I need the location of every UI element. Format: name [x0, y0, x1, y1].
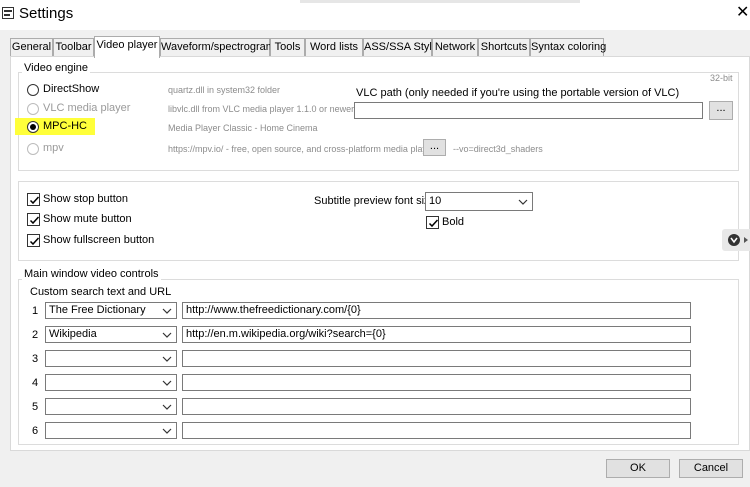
row-number: 2: [31, 329, 39, 341]
search-name-select[interactable]: [45, 398, 177, 415]
show-mute-button-label: Show mute button: [43, 213, 132, 225]
vlc-path-input[interactable]: [354, 102, 703, 119]
search-name-select[interactable]: The Free Dictionary: [45, 302, 177, 319]
video-engine-legend: Video engine: [22, 62, 91, 74]
chevron-down-icon: [161, 423, 173, 438]
search-url-input[interactable]: [182, 422, 691, 439]
show-fullscreen-button-checkbox[interactable]: [27, 234, 40, 247]
title-bar: [0, 0, 750, 30]
search-url-input[interactable]: http://en.m.wikipedia.org/wiki?search={0…: [182, 326, 691, 343]
chevron-down-icon: [161, 351, 173, 366]
tab-syntax-coloring[interactable]: Syntax coloring: [530, 38, 606, 57]
tab-waveform-spectrogram[interactable]: Waveform/spectrogram: [160, 38, 275, 57]
window-title: Settings: [19, 5, 74, 22]
directshow-description: quartz.dll in system32 folder: [168, 85, 281, 95]
search-url-input[interactable]: http://www.thefreedictionary.com/{0}: [182, 302, 691, 319]
mpv-radio[interactable]: [27, 143, 39, 155]
search-name-value: Wikipedia: [49, 328, 97, 340]
close-icon[interactable]: ✕: [736, 2, 749, 22]
chevron-down-icon: [517, 193, 529, 210]
search-name-select[interactable]: Wikipedia: [45, 326, 177, 343]
row-number: 6: [31, 425, 39, 437]
search-name-select[interactable]: [45, 350, 177, 367]
mpv-vo-option: --vo=direct3d_shaders: [453, 144, 543, 154]
tab-general[interactable]: General: [10, 38, 53, 57]
row-number: 1: [31, 305, 39, 317]
row-number: 3: [31, 353, 39, 365]
chevron-down-icon: [161, 399, 173, 414]
main-window-video-controls-legend: Main window video controls: [22, 268, 161, 280]
tab-word-lists[interactable]: Word lists: [305, 38, 363, 57]
tab-toolbar[interactable]: Toolbar: [53, 38, 94, 57]
bitness-label: 32-bit: [710, 73, 733, 83]
tab-ass-ssa-style[interactable]: ASS/SSA Style: [363, 38, 438, 57]
title-bar-overlap: [300, 0, 580, 3]
mpv-browse-button[interactable]: ...: [423, 139, 446, 156]
tab-video-player[interactable]: Video player: [94, 36, 160, 58]
vlc-label: VLC media player: [43, 102, 131, 114]
mpv-label: mpv: [43, 142, 64, 154]
directshow-label: DirectShow: [43, 83, 100, 95]
mpc-hc-label: MPC-HC: [43, 120, 87, 132]
custom-search-label: Custom search text and URL: [30, 286, 172, 298]
checkmark-icon: [29, 216, 40, 225]
mpc-hc-radio[interactable]: [27, 121, 39, 133]
tab-shortcuts[interactable]: Shortcuts: [478, 38, 530, 57]
radio-selected-dot: [30, 124, 36, 130]
chevron-down-icon: [161, 303, 173, 318]
vlc-path-label: VLC path (only needed if you're using th…: [356, 87, 680, 99]
mpv-description: https://mpv.io/ - free, open source, and…: [168, 144, 435, 154]
checkmark-icon: [29, 196, 40, 205]
show-stop-button-label: Show stop button: [43, 193, 129, 205]
chevron-down-icon: [161, 327, 173, 342]
show-stop-button-checkbox[interactable]: [27, 193, 40, 206]
search-name-value: The Free Dictionary: [49, 304, 146, 316]
ok-button[interactable]: OK: [606, 459, 670, 478]
bold-label: Bold: [442, 216, 465, 228]
chevron-down-icon: [161, 375, 173, 390]
vlc-radio[interactable]: [27, 103, 39, 115]
checkmark-icon: [29, 237, 40, 246]
feedback-icon: [728, 234, 748, 246]
show-fullscreen-button-label: Show fullscreen button: [43, 234, 155, 246]
row-number: 4: [31, 377, 39, 389]
vlc-description: libvlc.dll from VLC media player 1.1.0 o…: [168, 104, 355, 114]
directshow-radio[interactable]: [27, 84, 39, 96]
app-icon: [2, 6, 14, 20]
mpc-hc-description: Media Player Classic - Home Cinema: [168, 123, 318, 133]
search-url-input[interactable]: [182, 374, 691, 391]
cancel-button[interactable]: Cancel: [679, 459, 743, 478]
search-name-select[interactable]: [45, 374, 177, 391]
checkmark-icon: [428, 219, 439, 228]
search-url-input[interactable]: [182, 350, 691, 367]
subtitle-font-size-label: Subtitle preview font size: [314, 195, 436, 207]
tab-network[interactable]: Network: [432, 38, 478, 57]
bold-checkbox[interactable]: [426, 216, 439, 229]
vlc-path-browse-button[interactable]: ...: [709, 101, 733, 120]
subtitle-font-size-value: 10: [429, 195, 442, 207]
show-mute-button-checkbox[interactable]: [27, 213, 40, 226]
side-panel-tab[interactable]: [722, 229, 750, 251]
subtitle-font-size-select[interactable]: 10: [425, 192, 533, 211]
search-name-select[interactable]: [45, 422, 177, 439]
search-url-input[interactable]: [182, 398, 691, 415]
row-number: 5: [31, 401, 39, 413]
tab-tools[interactable]: Tools: [270, 38, 305, 57]
